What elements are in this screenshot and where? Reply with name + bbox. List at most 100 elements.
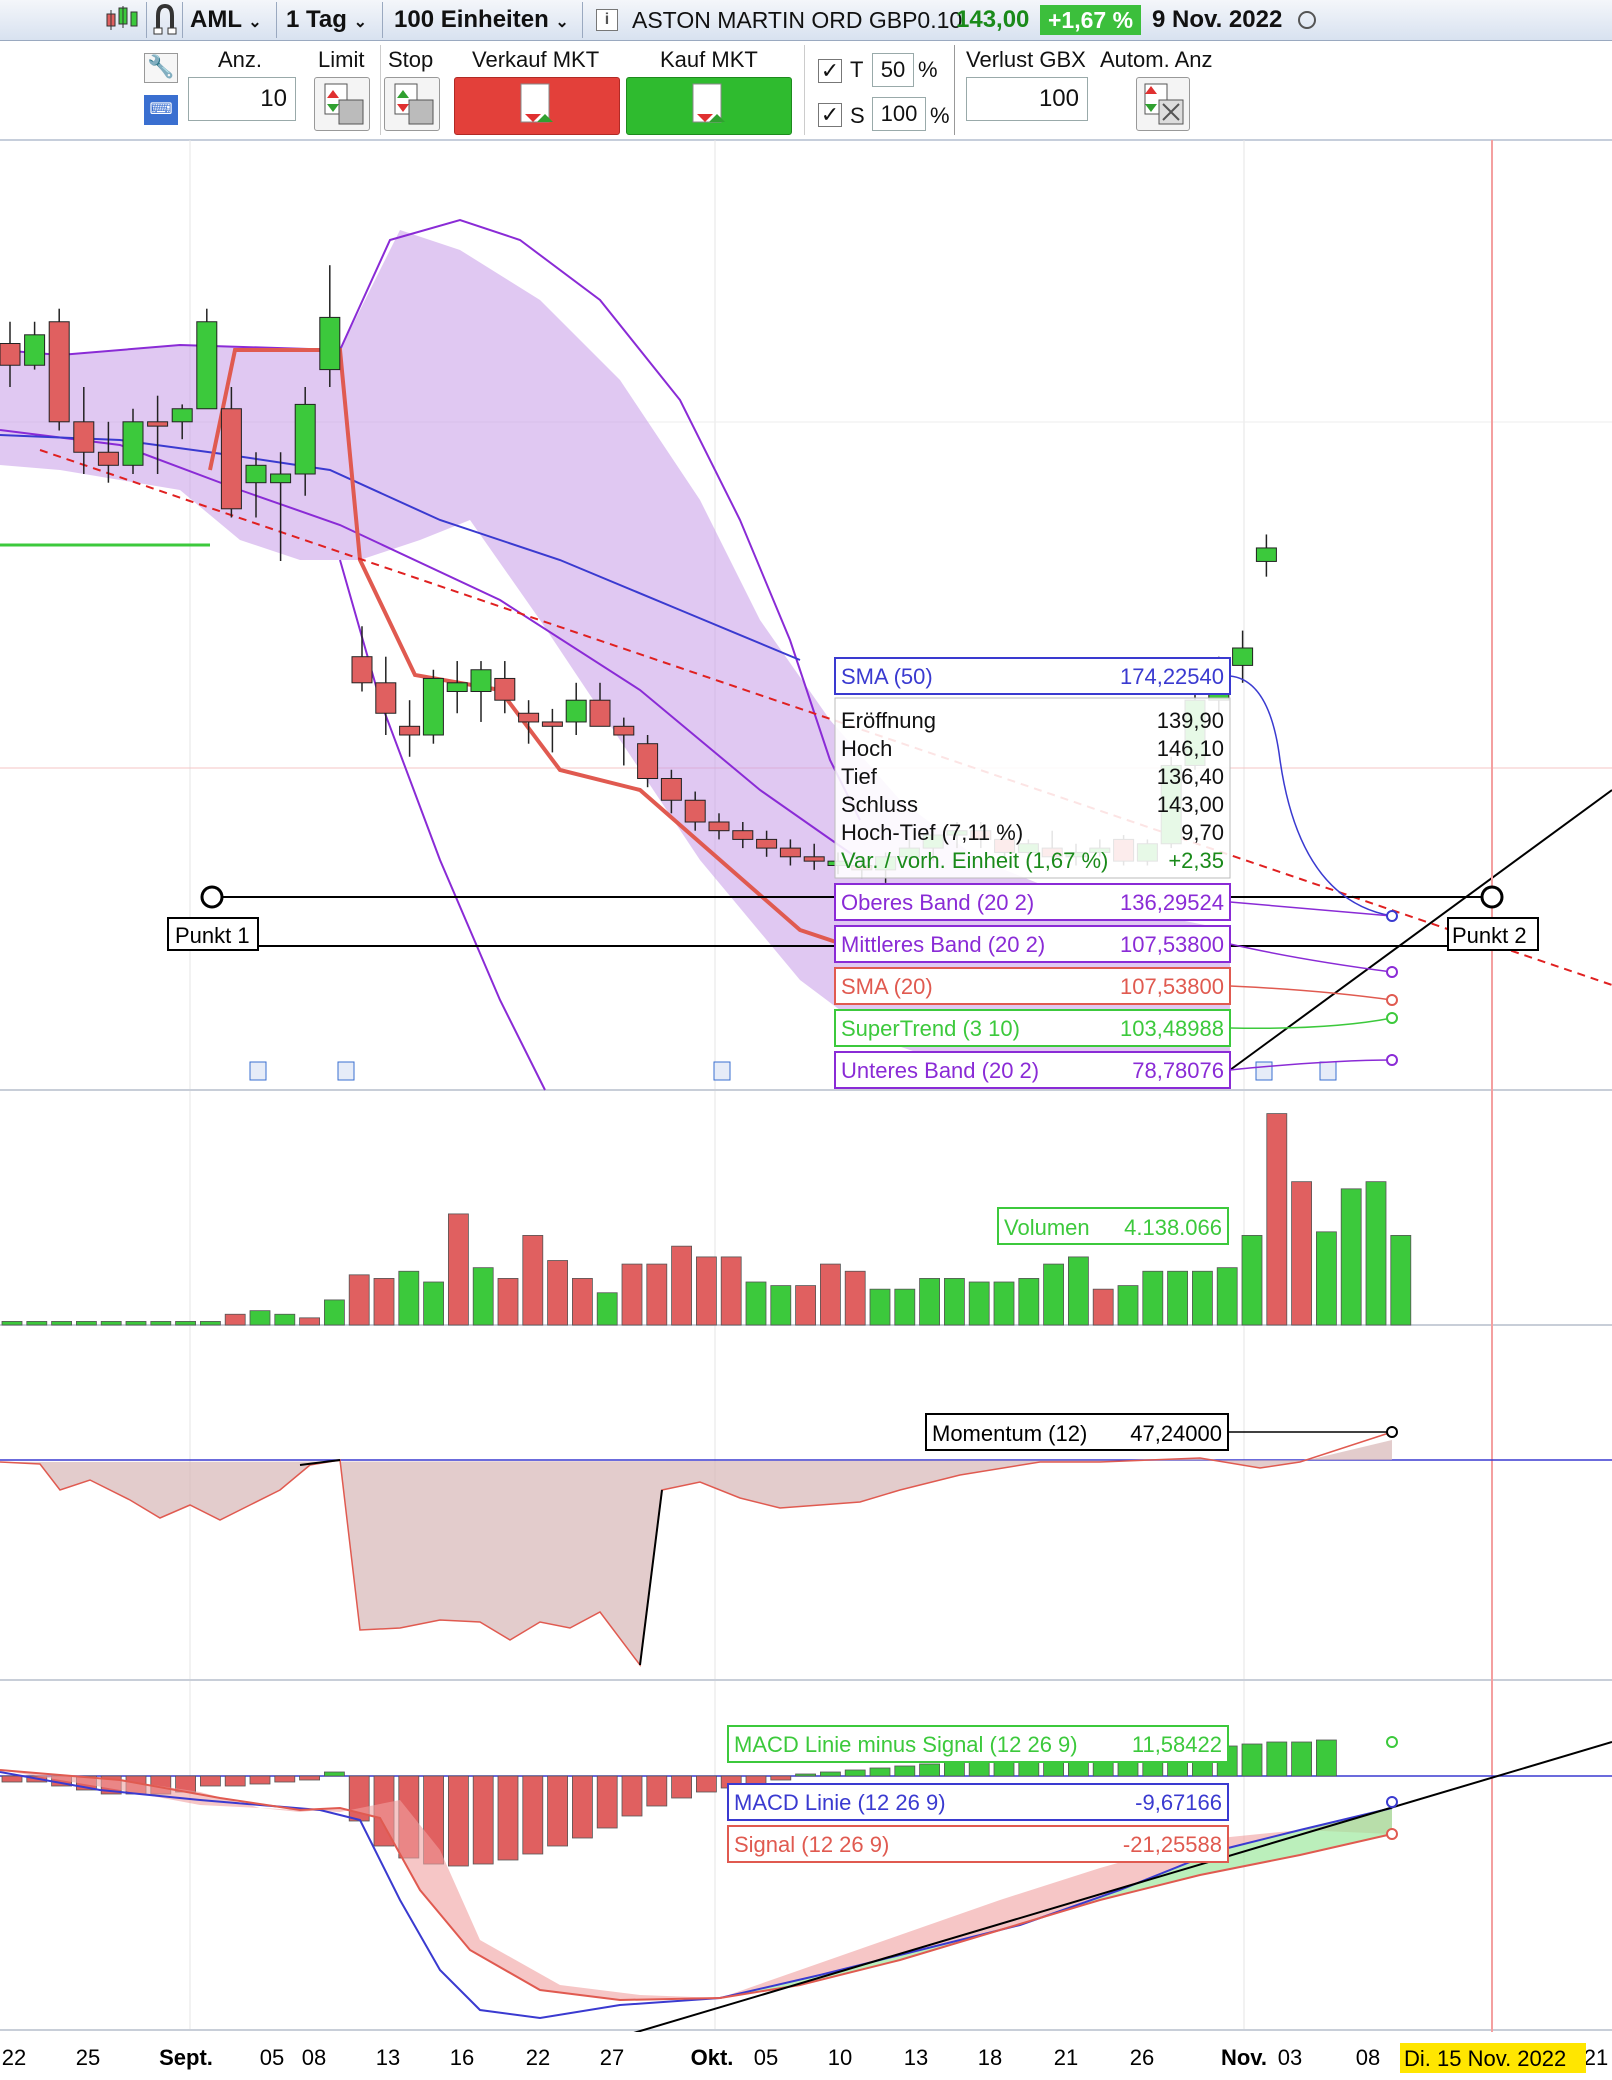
macd-histogram-bar [894,1765,916,1777]
stop-loss-input[interactable]: 100 [872,97,926,131]
macd-line [0,1771,1393,2020]
limit-label: Limit [318,47,365,72]
magnet-icon[interactable] [150,2,180,38]
info-icon[interactable]: i [596,9,618,31]
candle-body [684,799,706,823]
stop-order-button[interactable] [384,77,440,131]
candle-body [1208,664,1230,701]
tooltip-row-label: Var. / vorh. Einheit (1,67 %) [841,848,1108,873]
volume-bar [720,1256,742,1326]
middle-value: 107,53800 [1120,932,1224,957]
volume-bar [398,1270,420,1326]
candle-body [1017,843,1039,853]
stop-loss-checkbox[interactable]: ✓ [818,103,842,127]
volume-bar [596,1292,618,1326]
macd-histogram-bar [1117,1747,1139,1777]
x-axis-tick-label: 08 [302,2045,326,2070]
s-label: S [850,103,865,128]
macd-histogram-bar [820,1771,841,1777]
auto-qty-button[interactable] [1136,77,1190,131]
tooltip-row-value: 139,90 [1157,708,1224,733]
macd-histogram-bar [646,1775,668,1807]
candle-body [803,856,825,862]
upper-label: Oberes Band (20 2) [841,890,1034,915]
macd-histogram-bar [175,1775,197,1793]
volume-bar [770,1285,792,1326]
macd-histogram-bar [76,1775,97,1791]
volume-bar [323,1299,345,1326]
volume-bar [844,1270,866,1326]
candle-body [1113,838,1135,862]
candle-body [898,847,920,858]
x-axis-tick-label: 26 [1130,2045,1154,2070]
candle-body [589,699,611,727]
lower-label: Unteres Band (20 2) [841,1058,1039,1083]
macd-histogram-bar [423,1775,445,1865]
buy-market-button[interactable] [626,77,792,135]
volume-bar [249,1310,271,1326]
candle-body [446,682,468,692]
units-selector[interactable]: 100 Einheiten ⌄ [394,0,569,40]
symbol-selector[interactable]: AML ⌄ [190,0,262,40]
loss-input[interactable]: 100 [966,77,1088,121]
candle-body [1160,764,1182,845]
macd-histogram-bar [547,1775,568,1847]
point2-handle [1480,885,1504,909]
macd-histogram-bar [125,1775,147,1795]
tooltip-row-value: 136,40 [1157,764,1224,789]
tooltip-row-label: Hoch [841,736,892,761]
x-axis-tick-label: 13 [904,2045,928,2070]
middle-connector [1229,943,1393,973]
macd-histogram-bar [199,1775,221,1787]
candle-body [613,725,635,736]
x-axis-tick-label: Okt. [691,2045,734,2070]
sell-market-button[interactable] [454,77,620,135]
limit-order-button[interactable] [314,77,370,131]
candle-body [220,408,242,510]
macd-histogram-bar [150,1775,172,1795]
point2-label: Punkt 2 [1452,923,1527,948]
volume-bar [76,1321,97,1326]
volume-bar [1390,1235,1412,1326]
macd-histogram-bar [869,1767,891,1777]
candlestick-chart-icon[interactable] [104,4,140,36]
momentum-line [0,1431,1393,1667]
macd-histogram-bar [1216,1745,1238,1777]
take-profit-checkbox[interactable]: ✓ [818,59,842,83]
macd-histogram-bar [1068,1751,1089,1777]
volume-bar [671,1245,692,1326]
macd-end-marker [1386,1828,1398,1840]
cursor-date-badge [1400,2043,1586,2073]
volume-bar [1043,1263,1064,1326]
candle-body [196,321,218,410]
macd-histogram-bar [720,1775,742,1789]
candle-body [637,743,659,780]
volume-bar [621,1263,643,1326]
interval-selector[interactable]: 1 Tag ⌄ [286,0,367,40]
volume-bar [224,1313,246,1326]
candle-body [294,403,316,475]
volume-bar [944,1278,965,1326]
candle-body [851,865,873,871]
volume-bar [447,1213,469,1326]
volume-bar [472,1267,494,1326]
buy-order-icon [692,83,725,123]
tooltip-row-value: +2,35 [1168,848,1224,873]
keyboard-icon[interactable]: ⌨ [144,95,178,125]
volume-bar [51,1321,72,1326]
macd-signal-label-box [727,1825,1229,1863]
wrench-icon[interactable]: 🔧 [144,53,178,83]
chevron-down-icon: ⌄ [555,14,569,31]
take-profit-input[interactable]: 50 [872,53,914,87]
sma20-line [208,348,861,952]
volume-bar [993,1281,1015,1326]
macd-histogram-bar [274,1775,296,1783]
volume-bar [696,1256,717,1326]
macd-histogram-bar [621,1775,643,1817]
qty-input[interactable]: 10 [188,77,296,121]
volume-bar [1266,1113,1288,1326]
candle-body [1184,699,1206,766]
volume-bar [547,1260,568,1326]
candle-body [171,408,193,423]
volume-label-box [997,1207,1229,1245]
